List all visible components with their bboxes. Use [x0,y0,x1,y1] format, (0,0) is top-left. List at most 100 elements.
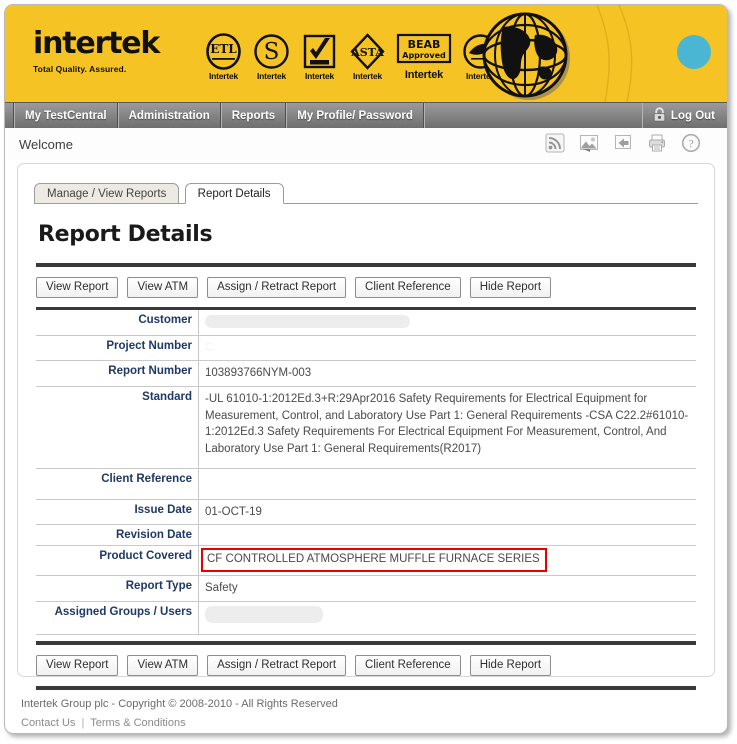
redacted-customer-value [205,315,410,328]
view-report-button-bottom[interactable]: View Report [36,655,118,676]
svg-text:ETL: ETL [210,42,237,56]
action-bar-bottom: View Report View ATM Assign / Retract Re… [36,655,696,676]
nav-left-spacer [5,103,14,128]
logo-wordmark: intertek [33,29,159,59]
table-row-project-number: Project Number C [36,335,696,361]
content-panel: Manage / View Reports Report Details Rep… [17,163,715,677]
hide-report-button-top[interactable]: Hide Report [470,277,551,298]
contact-us-link[interactable]: Contact Us [21,717,75,729]
nav-spacer [424,103,642,128]
logout-button[interactable]: Log Out [642,103,727,128]
client-reference-button-bottom[interactable]: Client Reference [355,655,461,676]
divider-top [36,263,696,267]
table-row-product-covered: Product Covered CF CONTROLLED ATMOSPHERE… [36,546,696,576]
asta-diamond-icon: ASTA [347,33,388,70]
tab-bar: Manage / View Reports Report Details [34,183,714,204]
table-row-assigned-groups-users: Assigned Groups / Users [36,601,696,634]
label-product-covered: Product Covered [36,546,199,576]
certification-marks: ETL Intertek S Intertek [203,31,501,81]
rss-feed-icon[interactable] [545,133,565,153]
footer-links: Contact Us | Terms & Conditions [21,714,727,733]
divider-below-table [36,641,696,645]
value-revision-date [199,525,697,546]
etl-mark: ETL Intertek [203,33,244,81]
divider-bottom [36,686,696,690]
label-revision-date: Revision Date [36,525,199,546]
action-bar-top: View Report View ATM Assign / Retract Re… [36,277,696,298]
value-client-reference [199,468,697,499]
asta-mark-caption: Intertek [347,71,388,81]
table-row-issue-date: Issue Date 01-OCT-19 [36,499,696,525]
s-mark-icon: S [251,33,292,70]
label-project-number: Project Number [36,335,199,361]
tab-manage-view-reports[interactable]: Manage / View Reports [34,183,179,204]
table-row-customer: Customer [36,310,696,335]
label-report-number: Report Number [36,361,199,387]
value-standard: -UL 61010-1:2012Ed.3+R:29Apr2016 Safety … [199,387,697,469]
welcome-text: Welcome [19,137,73,152]
assign-retract-report-button-bottom[interactable]: Assign / Retract Report [207,655,346,676]
welcome-bar: Welcome [5,128,727,160]
svg-text:BEAB: BEAB [408,38,441,51]
printer-icon[interactable] [647,133,667,153]
logo-tagline: Total Quality. Assured. [33,64,159,74]
hide-report-button-bottom[interactable]: Hide Report [470,655,551,676]
label-issue-date: Issue Date [36,499,199,525]
nav-item-my-profile-password[interactable]: My Profile/ Password [286,103,424,128]
label-client-reference: Client Reference [36,468,199,499]
value-product-covered-cell: CF CONTROLLED ATMOSPHERE MUFFLE FURNACE … [199,546,697,576]
help-icon[interactable]: ? [681,133,701,153]
view-report-button-top[interactable]: View Report [36,277,118,298]
terms-conditions-link[interactable]: Terms & Conditions [90,717,185,729]
page-title: Report Details [38,222,714,247]
value-issue-date: 01-OCT-19 [199,499,697,525]
view-atm-button-top[interactable]: View ATM [127,277,198,298]
label-assigned-groups-users: Assigned Groups / Users [36,601,199,634]
client-reference-button-top[interactable]: Client Reference [355,277,461,298]
copyright-text: Intertek Group plc - Copyright © 2008-20… [21,695,727,714]
value-project-number: C [199,335,697,361]
check-mark-icon [299,33,340,70]
asta-mark: ASTA Intertek [347,33,388,81]
assign-retract-report-button-top[interactable]: Assign / Retract Report [207,277,346,298]
svg-text:ASTA: ASTA [350,46,384,59]
table-row-client-reference: Client Reference [36,468,696,499]
intertek-logo[interactable]: intertek Total Quality. Assured. [33,29,159,74]
download-export-icon[interactable] [613,133,633,153]
value-report-type: Safety [199,576,697,602]
welcome-toolbar: ? [545,133,701,153]
svg-text:Approved: Approved [402,51,446,60]
nav-item-my-testcentral[interactable]: My TestCentral [14,103,118,128]
page-footer: Intertek Group plc - Copyright © 2008-20… [21,695,727,734]
tab-report-details[interactable]: Report Details [185,183,284,204]
table-row-standard: Standard -UL 61010-1:2012Ed.3+R:29Apr201… [36,387,696,469]
globe-icon [479,11,575,102]
etl-mark-caption: Intertek [203,71,244,81]
value-customer [199,310,697,335]
application-window: intertek Total Quality. Assured. ETL Int… [4,4,728,734]
label-report-type: Report Type [36,576,199,602]
label-customer: Customer [36,310,199,335]
warnock-hersey-mark: Intertek [299,33,340,81]
s-mark-caption: Intertek [251,71,292,81]
label-standard: Standard [36,387,199,469]
table-row-report-number: Report Number 103893766NYM-003 [36,361,696,387]
s-mark: S Intertek [251,33,292,81]
image-export-icon[interactable] [579,133,599,153]
table-row-revision-date: Revision Date [36,525,696,546]
svg-text:S: S [264,39,280,65]
svg-text:?: ? [688,137,693,151]
value-assigned-groups-users [199,601,697,634]
main-navigation: My TestCentral Administration Reports My… [5,102,727,128]
footer-link-separator: | [81,717,84,729]
logout-label: Log Out [671,110,715,122]
nav-item-administration[interactable]: Administration [118,103,221,128]
beab-mark-caption: Intertek [395,69,453,81]
beab-approved-icon: BEAB Approved [395,31,453,68]
view-atm-button-bottom[interactable]: View ATM [127,655,198,676]
value-report-number: 103893766NYM-003 [199,361,697,387]
brand-dot [677,35,711,69]
brand-banner: intertek Total Quality. Assured. ETL Int… [5,5,727,102]
table-row-report-type: Report Type Safety [36,576,696,602]
nav-item-reports[interactable]: Reports [221,103,286,128]
